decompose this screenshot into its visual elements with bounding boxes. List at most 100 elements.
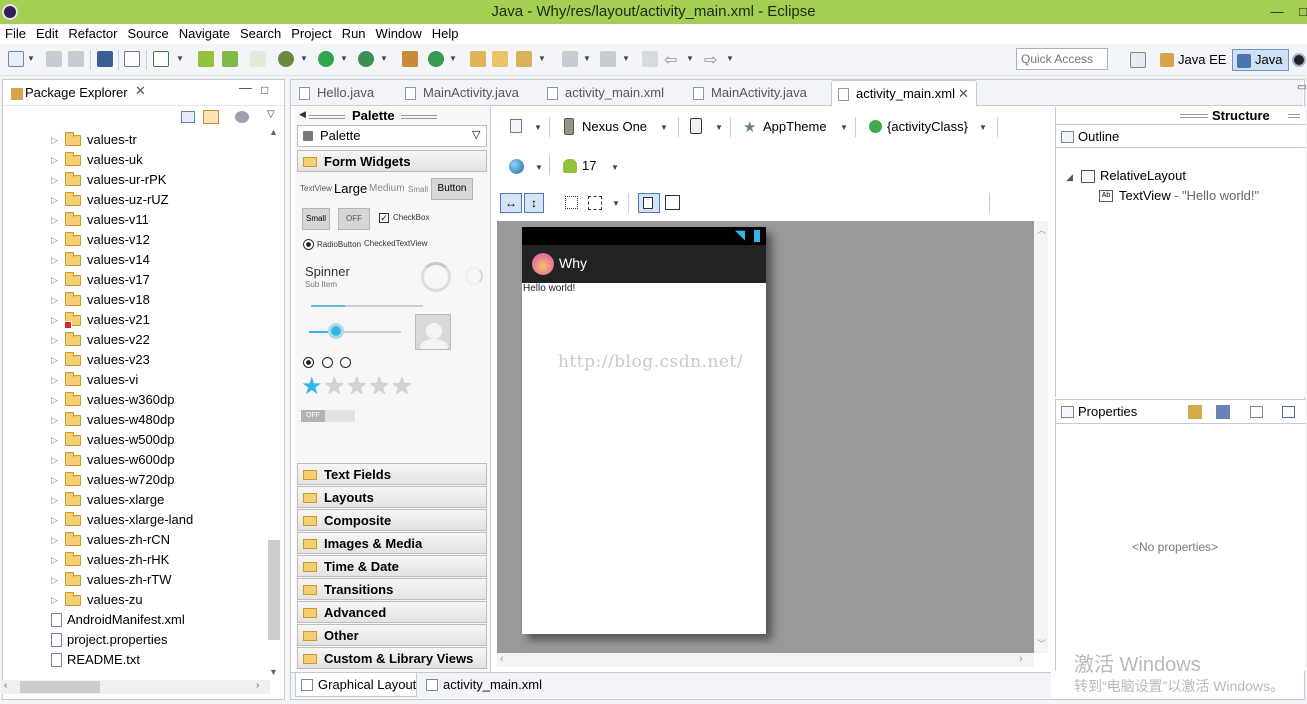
tree-expand-icon[interactable]: ▷ xyxy=(51,450,58,470)
palette-category[interactable]: Images & Media xyxy=(297,532,487,554)
menu-window[interactable]: Window xyxy=(371,24,427,44)
menu-search[interactable]: Search xyxy=(235,24,286,44)
tree-expand-icon[interactable]: ▷ xyxy=(51,410,58,430)
tree-expand-icon[interactable]: ▷ xyxy=(51,510,58,530)
palette-category[interactable]: Composite xyxy=(297,509,487,531)
palette-dropdown[interactable]: Palette ▽ xyxy=(297,125,487,147)
rating-star-icon[interactable]: ★ xyxy=(301,373,324,400)
widget-medium[interactable]: Medium xyxy=(369,183,405,194)
widget-checkbox[interactable]: CheckBox xyxy=(393,213,429,222)
tree-expand-icon[interactable]: ▷ xyxy=(51,310,58,330)
menu-help[interactable]: Help xyxy=(427,24,464,44)
menu-project[interactable]: Project xyxy=(286,24,336,44)
quick-access-input[interactable] xyxy=(1016,48,1108,70)
tree-expand-icon[interactable]: ▷ xyxy=(51,190,58,210)
menu-navigate[interactable]: Navigate xyxy=(174,24,235,44)
clipping-icon[interactable] xyxy=(665,195,680,210)
chevron-down-icon[interactable]: ▼ xyxy=(660,123,668,132)
package-explorer-title[interactable]: Package Explorer xyxy=(25,85,128,100)
tab-activity-main-xml-active[interactable]: activity_main.xml ✕ xyxy=(831,80,977,106)
tree-expand-icon[interactable]: ▷ xyxy=(51,170,58,190)
device-preview[interactable]: ◥ Why Hello world! xyxy=(522,227,766,634)
tree-expand-icon[interactable]: ▷ xyxy=(51,150,58,170)
menu-source[interactable]: Source xyxy=(123,24,174,44)
tree-expand-icon[interactable]: ▷ xyxy=(51,390,58,410)
menu-refactor[interactable]: Refactor xyxy=(63,24,122,44)
open-perspective-icon[interactable] xyxy=(1130,52,1146,68)
tab-graphical-layout[interactable]: Graphical Layout xyxy=(295,673,418,697)
tree-expand-icon[interactable]: ▷ xyxy=(51,490,58,510)
debug-icon[interactable] xyxy=(278,51,294,67)
view-options-icon[interactable] xyxy=(235,111,249,123)
chevron-down-icon[interactable]: ▼ xyxy=(583,54,591,63)
open-folder-icon[interactable] xyxy=(492,51,508,67)
radio-group-item-3[interactable] xyxy=(340,357,351,368)
palette-category[interactable]: Custom & Library Views xyxy=(297,647,487,669)
tree-expand-icon[interactable]: ▷ xyxy=(51,210,58,230)
config-chooser-icon[interactable] xyxy=(510,119,522,133)
chevron-down-icon[interactable]: ▼ xyxy=(300,54,308,63)
perspective-java[interactable]: Java xyxy=(1232,49,1290,71)
widget-large[interactable]: Large xyxy=(334,181,367,196)
outline-title[interactable]: Outline xyxy=(1078,129,1119,144)
maximize-button[interactable]: □ xyxy=(1288,0,1307,24)
widget-progress-horizontal[interactable] xyxy=(311,305,423,307)
skip-breakpoints-icon[interactable] xyxy=(124,51,140,67)
select-all-icon[interactable] xyxy=(565,196,578,209)
tree-expand-icon[interactable]: ▷ xyxy=(51,370,58,390)
chevron-down-icon[interactable]: ▼ xyxy=(534,123,542,132)
lint-icon[interactable] xyxy=(222,51,238,67)
chevron-down-icon[interactable]: ▼ xyxy=(538,54,546,63)
palette-form-widgets[interactable]: Form Widgets xyxy=(297,150,487,172)
margins-icon[interactable] xyxy=(588,196,602,210)
chevron-down-icon[interactable]: ▼ xyxy=(622,54,630,63)
run-icon[interactable] xyxy=(318,51,334,67)
api-level-selector[interactable]: 17 xyxy=(582,154,596,178)
back-icon[interactable]: ⇦ xyxy=(664,50,677,70)
tab-hello-java[interactable]: Hello.java xyxy=(293,80,374,106)
widget-rating-bar[interactable]: ★★★★★ xyxy=(301,374,441,400)
collapse-palette-icon[interactable]: ◀ xyxy=(299,109,306,120)
rating-star-icon[interactable]: ★ xyxy=(346,373,369,400)
hello-world-textview[interactable]: Hello world! xyxy=(523,283,575,294)
palette-category[interactable]: Transitions xyxy=(297,578,487,600)
properties-title[interactable]: Properties xyxy=(1078,404,1137,419)
chevron-down-icon[interactable]: ▼ xyxy=(176,54,184,63)
widget-textview[interactable]: TextView xyxy=(300,184,332,193)
widget-progress-large[interactable] xyxy=(421,262,451,292)
maximize-view-icon[interactable]: □ xyxy=(261,83,268,97)
collapse-all-icon[interactable] xyxy=(181,111,195,123)
widget-spinner[interactable]: Spinner xyxy=(305,264,350,279)
tree-expand-icon[interactable]: ▷ xyxy=(51,130,58,150)
rating-star-icon[interactable]: ★ xyxy=(391,373,414,400)
toggle-fill-width-icon[interactable]: ↔ xyxy=(500,193,522,213)
widget-radio-button[interactable]: RadioButton xyxy=(317,240,361,249)
android-sdk-icon[interactable] xyxy=(97,51,113,67)
canvas-vscrollbar[interactable]: ︿ ﹀ xyxy=(1034,221,1048,653)
widget-toggle-button[interactable]: OFF xyxy=(338,208,370,230)
menu-run[interactable]: Run xyxy=(337,24,371,44)
chevron-down-icon[interactable]: ▼ xyxy=(612,199,620,208)
close-icon[interactable]: ✕ xyxy=(958,81,969,107)
widget-checkbox-icon[interactable]: ✓ xyxy=(379,213,389,223)
next-annotation-icon[interactable] xyxy=(562,51,578,67)
rating-star-icon[interactable]: ★ xyxy=(369,373,392,400)
new-package-icon[interactable] xyxy=(402,51,418,67)
tab-activity-main-xml[interactable]: activity_main.xml xyxy=(541,80,664,106)
chevron-down-icon[interactable]: ▼ xyxy=(979,123,987,132)
chevron-down-icon[interactable]: ▼ xyxy=(449,54,457,63)
tab-mainactivity-java-2[interactable]: MainActivity.java xyxy=(687,80,807,106)
rating-star-icon[interactable]: ★ xyxy=(324,373,347,400)
tab-xml-source[interactable]: activity_main.xml xyxy=(421,673,542,697)
sort-az-icon[interactable] xyxy=(1216,405,1230,419)
widget-radio-icon[interactable] xyxy=(303,239,314,250)
device-icon[interactable] xyxy=(564,118,574,135)
outline-relativelayout[interactable]: RelativeLayout xyxy=(1100,168,1186,183)
palette-category[interactable]: Advanced xyxy=(297,601,487,623)
prev-annotation-icon[interactable] xyxy=(600,51,616,67)
device-selector[interactable]: Nexus One xyxy=(582,115,647,139)
toggle-fill-height-icon[interactable]: ↕ xyxy=(524,193,544,213)
tree-expand-icon[interactable]: ▷ xyxy=(51,250,58,270)
android-icon[interactable] xyxy=(198,51,214,67)
expand-icon[interactable] xyxy=(1282,406,1295,418)
